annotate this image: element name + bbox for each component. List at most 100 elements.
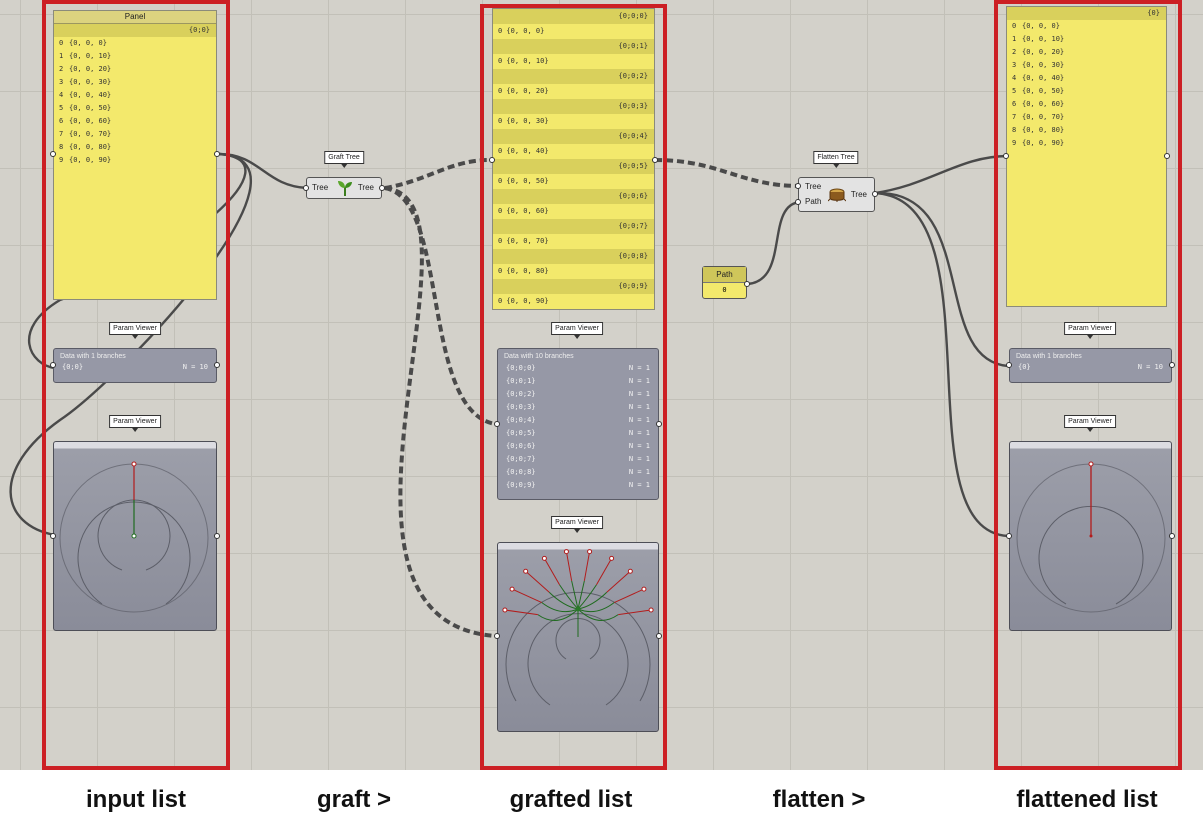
branch-path: {0;0;1} <box>493 39 654 54</box>
grafted-list-panel[interactable]: {0;0;0} 0 {0, 0, 0} {0;0;1} 0 {0, 0, 10} {0;… <box>492 8 655 310</box>
list-item: 2 {0, 0, 20} <box>54 63 216 76</box>
item-value: {0, 0, 40} <box>1022 74 1065 82</box>
flatten-in-path-port[interactable] <box>795 199 801 205</box>
flatten-stump-icon <box>827 186 847 204</box>
input-list-panel[interactable]: Panel {0;0} 0 {0, 0, 0} 1 {0, 0, 10} 2 {0, 0,… <box>53 10 217 300</box>
list-item: 0 {0, 0, 0} <box>54 37 216 50</box>
param-viewer-grafted[interactable]: Data with 10 branches {0;0;0} N = 1 {0;0;1… <box>497 348 659 500</box>
path-out-port[interactable] <box>744 281 750 287</box>
item-value: {0, 0, 10} <box>1022 35 1065 43</box>
branch-leaf <box>504 609 538 616</box>
tree-graph-flattened[interactable] <box>1009 441 1172 631</box>
flatten-tree-tag: Flatten Tree <box>813 151 859 168</box>
item-value: {0, 0, 90} <box>1022 139 1065 147</box>
viewer-path: {0;0;9} <box>506 481 536 489</box>
graft-out-port[interactable] <box>379 185 385 191</box>
graft-in-port[interactable] <box>303 185 309 191</box>
item-value: {0, 0, 80} <box>69 143 112 151</box>
leaf-point <box>627 568 633 574</box>
flatten-tree-component[interactable]: Tree Path Tree <box>798 177 875 212</box>
viewer-path: {0} <box>1018 363 1031 371</box>
branch-leaf <box>583 551 591 581</box>
item-value: {0, 0, 20} <box>1022 48 1065 56</box>
param-viewer-tag: Param Viewer <box>1064 415 1116 432</box>
branch-curve <box>577 591 608 610</box>
viewer-out-port[interactable] <box>656 421 662 427</box>
item-value: {0, 0, 80} <box>1022 126 1065 134</box>
item-index: 7 <box>59 130 64 138</box>
graph-in-port[interactable] <box>50 533 56 539</box>
graph-in-port[interactable] <box>494 633 500 639</box>
path-param-value: 0 <box>722 286 727 294</box>
list-item: 0 {0, 0, 20} <box>498 87 549 95</box>
leaf-point <box>641 586 647 592</box>
item-index: 8 <box>1012 126 1017 134</box>
viewer-title: Data with 10 branches <box>504 353 574 360</box>
viewer-in-port[interactable] <box>494 421 500 427</box>
viewer-branch-row: {0;0;0} N = 1 <box>498 362 658 375</box>
viewer-in-port[interactable] <box>1006 362 1012 368</box>
list-item: 5 {0, 0, 50} <box>54 102 216 115</box>
list-item: 0 {0, 0, 30} <box>498 117 549 125</box>
item-value: {0, 0, 20} <box>69 65 112 73</box>
item-value: {0, 0, 50} <box>69 104 112 112</box>
caption-input-list: input list <box>86 786 186 813</box>
branch-path: {0;0} <box>54 24 216 37</box>
panel-title: Panel <box>54 11 216 24</box>
item-index: 6 <box>59 117 64 125</box>
flatten-input-tree-label: Tree <box>805 182 822 191</box>
branch-path: {0;0;2} <box>493 69 654 84</box>
tree-graph-input[interactable] <box>53 441 217 631</box>
list-item: 7 {0, 0, 70} <box>1007 111 1166 124</box>
graph-out-port[interactable] <box>1169 533 1175 539</box>
item-value: {0, 0, 70} <box>1022 113 1065 121</box>
viewer-path: {0;0} <box>62 363 84 371</box>
branch-path: {0;0;4} <box>493 129 654 144</box>
grafted-panel-out-port[interactable] <box>652 157 658 163</box>
graft-sprout-icon <box>336 179 354 199</box>
grasshopper-canvas[interactable]: Panel {0;0} 0 {0, 0, 0} 1 {0, 0, 10} 2 {0, 0,… <box>0 0 1203 770</box>
graph-out-port[interactable] <box>214 533 220 539</box>
branch-leaf <box>543 558 560 585</box>
list-item: 0 {0, 0, 10} <box>498 57 549 65</box>
input-panel-out-port[interactable] <box>214 151 220 157</box>
item-index: 5 <box>1012 87 1017 95</box>
flatten-out-port[interactable] <box>872 191 878 197</box>
viewer-out-port[interactable] <box>1169 362 1175 368</box>
input-panel-in-port[interactable] <box>50 151 56 157</box>
caption-grafted-list: grafted list <box>509 786 633 813</box>
viewer-path: {0;0;4} <box>506 416 536 424</box>
list-item: 2 {0, 0, 20} <box>1007 46 1166 59</box>
tree-diagram-flattened <box>1016 461 1166 613</box>
wire-flatten-to-panel <box>874 154 1009 195</box>
tree-graph-grafted[interactable] <box>497 542 659 732</box>
viewer-count: N = 1 <box>628 364 650 372</box>
viewer-out-port[interactable] <box>214 362 220 368</box>
branch-leaf <box>565 551 573 581</box>
list-item: 4 {0, 0, 40} <box>54 89 216 102</box>
list-item: 0 {0, 0, 90} <box>498 297 549 305</box>
viewer-in-port[interactable] <box>50 362 56 368</box>
flattened-panel-out-port[interactable] <box>1164 153 1170 159</box>
branch-path: {0;0;8} <box>493 249 654 264</box>
graph-in-port[interactable] <box>1006 533 1012 539</box>
viewer-title: Data with 1 branches <box>60 353 126 360</box>
branch-leaf <box>511 588 542 603</box>
grafted-panel-in-port[interactable] <box>489 157 495 163</box>
item-value: {0, 0, 70} <box>69 130 112 138</box>
list-item: 0 {0, 0, 70} <box>498 237 549 245</box>
flattened-list-panel[interactable]: {0} 0 {0, 0, 0} 1 {0, 0, 10} 2 {0, 0, 20} 3 {0,… <box>1006 6 1167 307</box>
path-param[interactable]: Path 0 <box>702 266 747 299</box>
item-index: 9 <box>1012 139 1017 147</box>
graft-tree-component[interactable]: Tree Tree <box>306 177 382 199</box>
graft-tree-tag: Graft Tree <box>324 151 364 168</box>
item-value: {0, 0, 0} <box>1022 22 1060 30</box>
param-viewer-input[interactable]: Data with 1 branches {0;0} N = 10 <box>53 348 217 383</box>
flattened-panel-in-port[interactable] <box>1003 153 1009 159</box>
branch-path: {0;0;5} <box>493 159 654 174</box>
list-item: 0 {0, 0, 50} <box>498 177 549 185</box>
item-index: 5 <box>59 104 64 112</box>
param-viewer-flattened[interactable]: Data with 1 branches {0} N = 10 <box>1009 348 1172 383</box>
graph-out-port[interactable] <box>656 633 662 639</box>
flatten-in-tree-port[interactable] <box>795 183 801 189</box>
